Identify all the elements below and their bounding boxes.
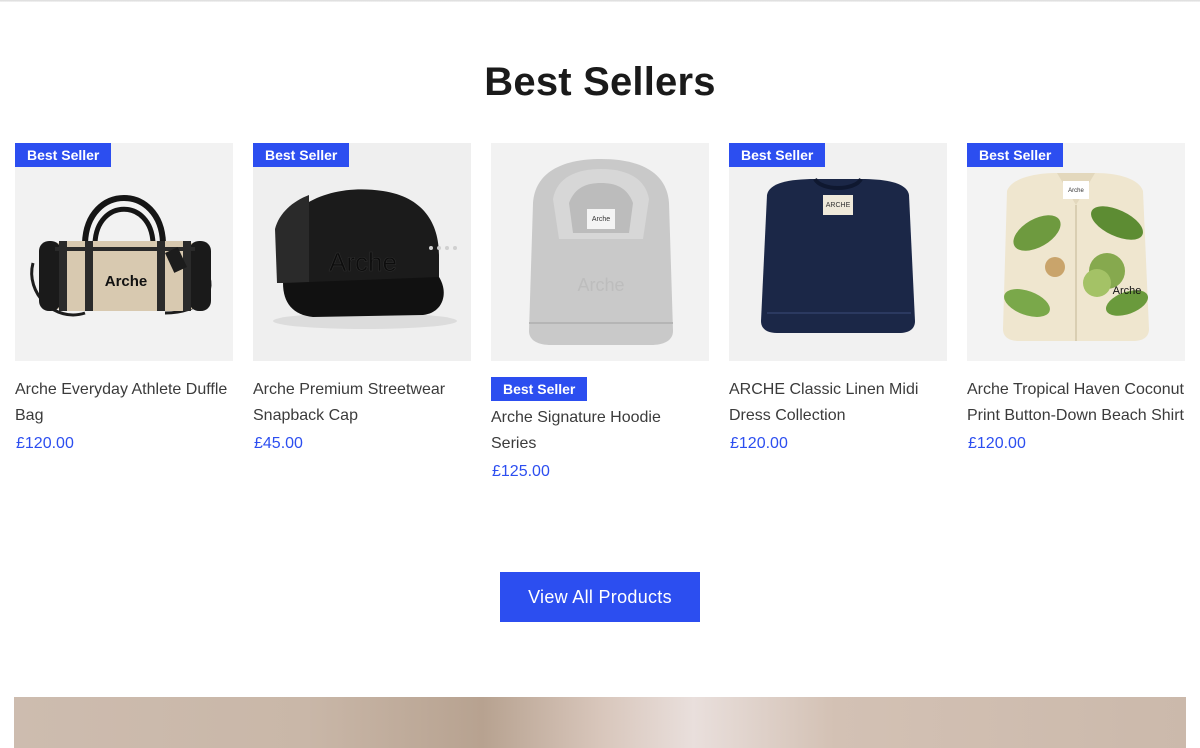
product-card[interactable]: ARCHE Best Seller ARCHE Classic Linen Mi…	[729, 143, 947, 456]
snapback-cap-image: Arche	[253, 143, 471, 361]
best-seller-badge: Best Seller	[15, 143, 112, 167]
product-image-duffle-bag[interactable]: Arche Best Seller	[15, 143, 233, 361]
product-name[interactable]: Arche Everyday Athlete Duffle Bag	[15, 377, 233, 428]
tropical-shirt-image: Arche Arche	[967, 143, 1185, 361]
header-shadow	[0, 0, 1200, 2]
product-image-snapback-cap[interactable]: Arche Best Seller	[253, 143, 471, 361]
product-name[interactable]: Arche Premium Streetwear Snapback Cap	[253, 377, 471, 428]
product-card[interactable]: Arche Best Seller Arche Everyday Athlete…	[15, 143, 233, 456]
section-title: Best Sellers	[484, 60, 716, 104]
product-card[interactable]: Arche Best Seller Arche Premium Streetwe…	[253, 143, 471, 456]
svg-text:Arche: Arche	[577, 275, 624, 295]
navy-tee-image: ARCHE	[729, 143, 947, 361]
product-image-tropical-shirt[interactable]: Arche Arche Best Seller	[967, 143, 1185, 361]
svg-text:Arche: Arche	[1068, 188, 1084, 194]
hero-banner-image	[14, 697, 1186, 748]
svg-text:Arche: Arche	[105, 273, 148, 290]
product-name[interactable]: Arche Tropical Haven Coconut Print Butto…	[967, 377, 1185, 428]
product-card[interactable]: Arche Arche Best Seller Arche Signature …	[491, 143, 709, 484]
product-price: £125.00	[492, 463, 550, 480]
product-price: £120.00	[730, 435, 788, 452]
product-price: £120.00	[16, 435, 74, 452]
svg-text:Arche: Arche	[329, 247, 397, 277]
product-price: £120.00	[968, 435, 1026, 452]
view-all-products-button[interactable]: View All Products	[500, 572, 700, 622]
product-price: £45.00	[254, 435, 303, 452]
best-seller-badge: Best Seller	[253, 143, 350, 167]
svg-text:Arche: Arche	[592, 216, 610, 223]
duffle-bag-image: Arche	[15, 143, 233, 361]
product-image-hoodie[interactable]: Arche Arche	[491, 143, 709, 361]
product-card[interactable]: Arche Arche Best Seller Arche Tropical H…	[967, 143, 1185, 456]
best-seller-badge: Best Seller	[729, 143, 826, 167]
hoodie-image: Arche Arche	[491, 143, 709, 361]
best-seller-badge: Best Seller	[967, 143, 1064, 167]
svg-text:Arche: Arche	[1113, 285, 1142, 297]
product-name[interactable]: Arche Signature Hoodie Series	[491, 405, 709, 456]
best-seller-badge: Best Seller	[491, 377, 588, 401]
product-name[interactable]: ARCHE Classic Linen Midi Dress Collectio…	[729, 377, 947, 428]
product-image-navy-tee[interactable]: ARCHE Best Seller	[729, 143, 947, 361]
svg-text:ARCHE: ARCHE	[826, 202, 851, 209]
